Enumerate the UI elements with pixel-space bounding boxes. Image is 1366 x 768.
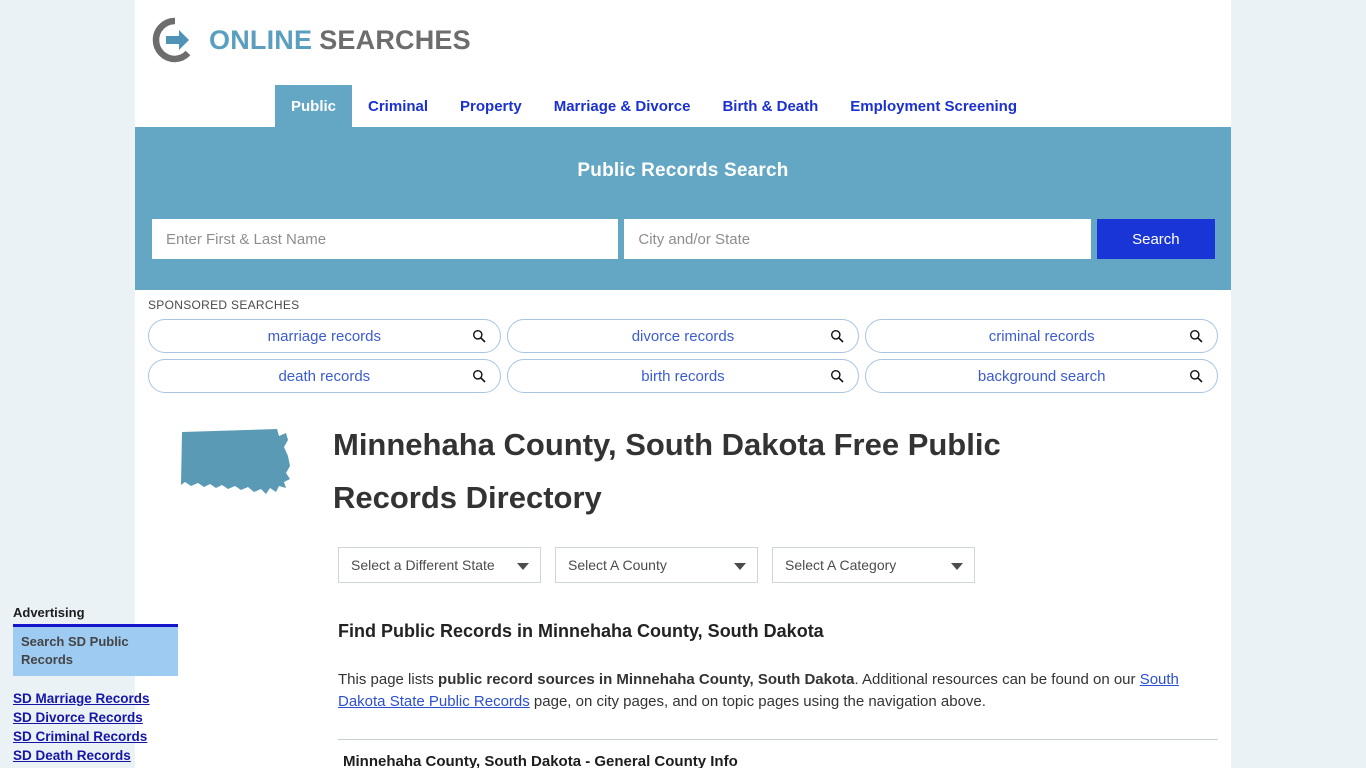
nav-item-criminal[interactable]: Criminal [352,85,444,127]
nav-item-public[interactable]: Public [275,85,353,127]
nav-item-birth-death[interactable]: Birth & Death [706,85,834,127]
pill-label: death records [278,367,371,385]
select-category-dropdown[interactable]: Select A Category [772,546,975,583]
sidebar-link-sd-marriage-records[interactable]: SD Marriage Records [13,691,178,706]
intro-text-bold: public record sources in Minnehaha Count… [438,670,855,688]
filter-selects: Select a Different State Select A County… [135,525,1231,583]
logo-word-online: ONLINE [209,24,313,55]
search-icon [831,330,844,343]
pill-label: background search [977,367,1106,385]
search-button[interactable]: Search [1096,219,1215,259]
ad-search-sd-public-records[interactable]: Search SD Public Records [13,624,178,677]
intro-text-part2: . Additional resources can be found on o… [854,670,1140,688]
select-county-label: Select A County [568,556,667,573]
sponsored-pill-marriage-records[interactable]: marriage records [148,319,501,353]
page-root: ONLINE SEARCHES Public Criminal Property … [0,0,1366,768]
title-row: Minnehaha County, South Dakota Free Publ… [135,400,1231,525]
search-icon [472,330,486,343]
search-icon [1189,370,1203,383]
location-search-input[interactable] [624,219,1091,259]
search-icon [1189,330,1203,343]
pill-label: divorce records [631,327,735,345]
search-form: Search [152,219,1215,259]
chevron-down-icon [517,562,529,570]
pill-label: marriage records [267,327,382,345]
advertising-sidebar: Advertising Search SD Public Records SD … [13,605,178,768]
select-state-dropdown[interactable]: Select a Different State [338,546,541,583]
pill-label: birth records [641,367,725,385]
sidebar-links: SD Marriage Records SD Divorce Records S… [13,691,178,768]
site-logo[interactable]: ONLINE SEARCHES [152,17,471,63]
select-state-label: Select a Different State [351,556,495,573]
intro-paragraph: This page lists public record sources in… [135,642,1200,715]
sidebar-link-sd-criminal-records[interactable]: SD Criminal Records [13,729,178,744]
logo-word-searches: SEARCHES [319,24,471,55]
nav-item-marriage-divorce[interactable]: Marriage & Divorce [538,85,707,127]
chevron-down-icon [951,562,963,570]
nav-item-employment-screening[interactable]: Employment Screening [834,85,1033,127]
intro-text-part3: page, on city pages, and on topic pages … [529,693,986,711]
logo-text: ONLINE SEARCHES [209,25,471,56]
content-column: ONLINE SEARCHES Public Criminal Property … [135,0,1231,768]
sponsored-pill-death-records[interactable]: death records [148,359,501,393]
search-icon [831,370,844,383]
advertising-label: Advertising [13,605,85,620]
circle-arrow-icon [152,17,191,63]
chevron-down-icon [734,562,746,570]
select-county-dropdown[interactable]: Select A County [555,546,758,583]
page-title: Minnehaha County, South Dakota Free Publ… [333,427,1001,516]
select-category-label: Select A Category [785,556,897,573]
sponsored-searches: SPONSORED SEARCHES marriage records divo… [135,290,1231,393]
search-icon [472,370,486,383]
sponsored-pill-background-search[interactable]: background search [865,359,1218,393]
search-banner: Public Records Search Search [135,127,1231,290]
name-search-input[interactable] [152,219,619,259]
sidebar-link-sd-divorce-records[interactable]: SD Divorce Records [13,710,178,725]
intro-text-part1: This page lists [338,670,439,688]
sponsored-pill-divorce-records[interactable]: divorce records [506,319,860,353]
sponsored-label: SPONSORED SEARCHES [148,298,300,312]
main-body: Minnehaha County, South Dakota Free Publ… [135,400,1231,768]
find-records-heading: Find Public Records in Minnehaha County,… [338,620,824,641]
south-dakota-map-icon [181,429,290,494]
nav-item-property[interactable]: Property [444,85,538,127]
main-navigation: Public Criminal Property Marriage & Divo… [135,85,1231,127]
sponsored-pill-criminal-records[interactable]: criminal records [865,319,1218,353]
general-county-info-heading: Minnehaha County, South Dakota - General… [343,753,738,768]
banner-title: Public Records Search [577,160,789,181]
sponsored-pill-grid: marriage records divorce records crimina… [148,319,1218,393]
pill-label: criminal records [988,327,1095,345]
sponsored-pill-birth-records[interactable]: birth records [506,359,860,393]
sidebar-link-sd-death-records[interactable]: SD Death Records [13,748,178,763]
